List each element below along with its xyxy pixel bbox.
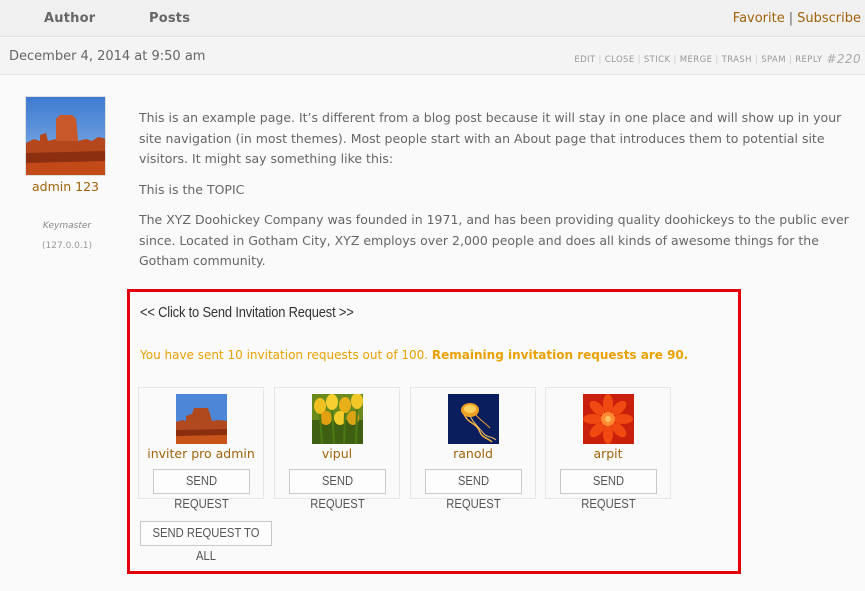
reply-content: This is an example page. It’s different … [139,108,859,282]
jellyfish-avatar-icon [448,394,499,444]
action-separator: | [788,11,794,26]
author-column-heading: Author [44,11,96,26]
author-role: Keymaster [42,221,92,231]
reply-header: December 4, 2014 at 9:50 am EDIT | CLOSE | S… [0,38,865,75]
user-card: inviter pro admin SEND REQUEST [138,387,264,511]
forum-header: Author Posts Favorite | Subscribe [0,0,865,37]
content-paragraph: This is the TOPIC [139,181,245,197]
tulips-avatar-icon [312,394,363,444]
edit-link[interactable]: EDIT [574,55,595,65]
send-request-button[interactable]: SEND REQUEST [425,469,522,511]
send-request-button[interactable]: SEND REQUEST [289,469,386,511]
spam-link[interactable]: SPAM [761,55,786,65]
reply-admin-links: EDIT | CLOSE | STICK | MERGE | TRASH | SPAM | REPLY #… [574,52,861,66]
send-request-to-all-button[interactable]: SEND REQUEST TO ALL [140,521,272,563]
invitation-remaining-text: Remaining invitation requests are 90. [431,348,689,362]
user-card: vipul SEND REQUEST [274,387,400,511]
user-name-link[interactable]: ranold [411,446,535,461]
user-avatar [583,394,634,444]
content-paragraph: This is an example page. It’s different … [139,110,842,166]
trash-link[interactable]: TRASH [722,55,752,65]
send-request-button[interactable]: SEND REQUEST [153,469,250,511]
user-avatar [176,394,227,444]
reply-permalink[interactable]: #220 [826,52,861,66]
desert-mesa-avatar-icon [176,394,227,444]
subscribe-link[interactable]: Subscribe [797,11,861,26]
user-name-link[interactable]: inviter pro admin [139,446,263,461]
stick-link[interactable]: STICK [644,55,671,65]
user-name-link[interactable]: vipul [275,446,399,461]
red-flower-avatar-icon [583,394,634,444]
user-avatar [312,394,363,444]
reply-link[interactable]: REPLY [795,55,822,65]
user-name-link[interactable]: arpit [546,446,670,461]
invitation-panel: << Click to Send Invitation Request >> Y… [127,289,741,574]
user-avatar [448,394,499,444]
invitation-status-text: You have sent 10 invitation requests out… [140,348,429,362]
posts-column-heading: Posts [149,11,191,26]
author-avatar[interactable] [25,96,106,176]
reply-date: December 4, 2014 at 9:50 am [9,49,206,64]
topic-actions: Favorite | Subscribe [733,11,861,26]
close-link[interactable]: CLOSE [605,55,635,65]
user-card: ranold SEND REQUEST [410,387,536,511]
merge-link[interactable]: MERGE [680,55,713,65]
invitation-title-link[interactable]: << Click to Send Invitation Request >> [140,304,354,321]
desert-mesa-avatar-icon [26,97,105,175]
invitation-status: You have sent 10 invitation requests out… [140,348,688,362]
author-name-link[interactable]: admin 123 [0,179,131,194]
send-request-button[interactable]: SEND REQUEST [560,469,657,511]
user-card: arpit SEND REQUEST [545,387,671,511]
content-paragraph: The XYZ Doohickey Company was founded in… [139,212,849,268]
favorite-link[interactable]: Favorite [733,11,785,26]
author-ip: (127.0.0.1) [42,241,92,251]
